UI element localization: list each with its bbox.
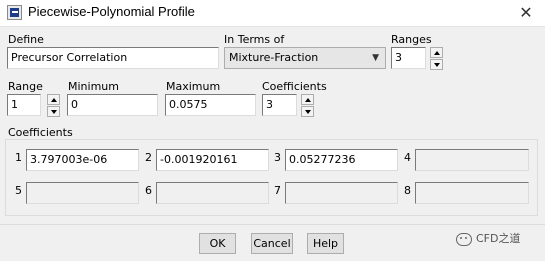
- in-terms-of-value: Mixture-Fraction: [229, 51, 319, 64]
- watermark: CFD之道: [456, 230, 520, 246]
- ranges-field[interactable]: 3: [391, 47, 426, 69]
- coefficients-group-label: Coefficients: [8, 126, 73, 139]
- minimum-field[interactable]: 0: [67, 94, 158, 116]
- coefficient-index: 1: [15, 151, 22, 164]
- chevron-down-icon: ▼: [372, 53, 379, 63]
- close-icon[interactable]: ✕: [513, 3, 539, 23]
- maximum-label: Maximum: [166, 80, 221, 93]
- ranges-decrement-icon[interactable]: [430, 59, 443, 70]
- cancel-button[interactable]: Cancel: [251, 233, 293, 254]
- coefficient-field-8: [415, 182, 529, 204]
- ok-button[interactable]: OK: [199, 233, 236, 254]
- coefficient-index: 5: [15, 184, 22, 197]
- in-terms-of-label: In Terms of: [224, 33, 285, 46]
- coefficients-increment-icon[interactable]: [301, 94, 314, 105]
- ranges-increment-icon[interactable]: [430, 47, 443, 58]
- coefficient-index: 6: [145, 184, 152, 197]
- range-decrement-icon[interactable]: [47, 106, 60, 117]
- title-bar: Piecewise-Polynomial Profile ✕: [0, 0, 545, 27]
- footer-separator: [0, 224, 545, 225]
- define-label: Define: [8, 33, 44, 46]
- coefficient-index: 7: [274, 184, 281, 197]
- range-label: Range: [8, 80, 43, 93]
- maximum-field[interactable]: 0.0575: [165, 94, 256, 116]
- coefficient-field-3[interactable]: 0.05277236: [285, 149, 398, 171]
- app-icon: [7, 5, 22, 20]
- coefficient-index: 2: [145, 151, 152, 164]
- range-field[interactable]: 1: [7, 94, 41, 116]
- coefficient-index: 4: [404, 151, 411, 164]
- wechat-icon: [456, 232, 472, 246]
- coefficients-count-label: Coefficients: [262, 80, 327, 93]
- help-button[interactable]: Help: [307, 233, 344, 254]
- in-terms-of-dropdown[interactable]: Mixture-Fraction ▼: [224, 47, 386, 69]
- coefficient-field-2[interactable]: -0.001920161: [156, 149, 269, 171]
- coefficient-field-5: [26, 182, 139, 204]
- coefficient-field-4: [415, 149, 529, 171]
- coefficient-field-1[interactable]: 3.797003e-06: [26, 149, 139, 171]
- coefficients-count-field[interactable]: 3: [262, 94, 297, 116]
- define-field[interactable]: Precursor Correlation: [7, 47, 219, 69]
- watermark-text: CFD之道: [476, 232, 521, 245]
- coefficient-index: 3: [274, 151, 281, 164]
- coefficient-field-6: [156, 182, 269, 204]
- ranges-label: Ranges: [391, 33, 432, 46]
- coefficient-index: 8: [404, 184, 411, 197]
- range-increment-icon[interactable]: [47, 94, 60, 105]
- coefficient-field-7: [285, 182, 398, 204]
- minimum-label: Minimum: [68, 80, 119, 93]
- window-title: Piecewise-Polynomial Profile: [28, 4, 195, 19]
- coefficients-decrement-icon[interactable]: [301, 106, 314, 117]
